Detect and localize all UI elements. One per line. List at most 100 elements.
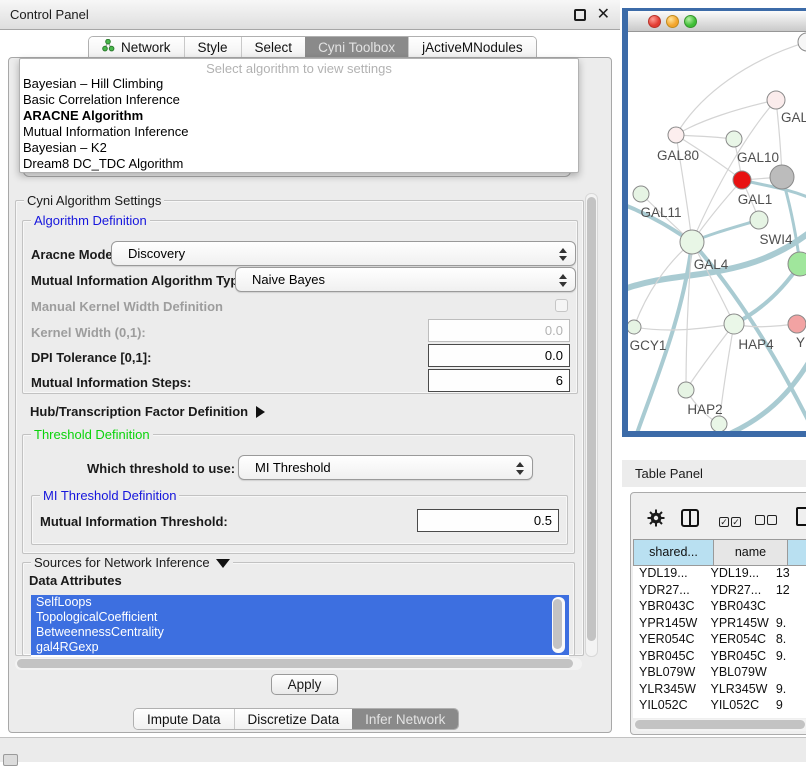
algorithm-option[interactable]: Bayesian – K2 (20, 140, 578, 156)
network-node[interactable] (788, 252, 806, 276)
table-row[interactable]: YBL079WYBL079W (633, 665, 806, 682)
tab-label: Impute Data (147, 712, 221, 727)
mi-threshold-field[interactable]: 0.5 (417, 509, 559, 532)
hub-definition-toggle[interactable]: Hub/Transcription Factor Definition (30, 404, 265, 419)
bottom-tabs: Impute Data Discretize Data Infer Networ… (133, 708, 459, 730)
stepper-icon (515, 461, 523, 476)
algorithm-options-list: Bayesian – Hill ClimbingBasic Correlatio… (20, 76, 578, 172)
network-node[interactable] (628, 320, 641, 334)
network-icon (102, 39, 115, 55)
tab-cyni-toolbox[interactable]: Cyni Toolbox (305, 37, 408, 57)
table-cell: YBL079W (633, 665, 704, 682)
table-row[interactable]: YLR345WYLR345W9. (633, 682, 806, 699)
algorithm-option[interactable]: ARACNE Algorithm (20, 108, 578, 124)
algorithm-option[interactable]: Basic Correlation Inference (20, 92, 578, 108)
table-cell: YIL052C (633, 698, 704, 715)
network-node[interactable] (767, 91, 785, 109)
network-edge (634, 324, 734, 330)
mi-type-select[interactable]: Naive Bayes (235, 267, 576, 292)
network-view-window: GALGAL80GAL10GAL1SWI4GAL11GAL4GCY1HAP4YH… (622, 8, 806, 437)
table-cell: YDR27... (633, 583, 704, 600)
control-panel-titlebar: Control Panel ✕ (0, 0, 620, 30)
network-node[interactable] (711, 416, 727, 431)
data-attribute-item[interactable]: SelfLoops (31, 595, 569, 610)
tab-label: Cyni Toolbox (318, 40, 395, 55)
network-node[interactable] (788, 315, 806, 333)
attributes-scrollbar[interactable] (552, 597, 565, 653)
zoom-traffic-light-icon[interactable] (684, 15, 697, 28)
show-columns-icon[interactable]: ✓✓ (719, 513, 741, 528)
algorithm-option[interactable]: Dream8 DC_TDC Algorithm (20, 156, 578, 172)
network-node[interactable] (770, 165, 794, 189)
table-row[interactable]: YBR043CYBR043C (633, 599, 806, 616)
table-row[interactable]: YPR145WYPR145W9. (633, 616, 806, 633)
kernel-width-field[interactable]: 0.0 (428, 319, 570, 342)
table-row[interactable]: YBR045CYBR045C9. (633, 649, 806, 666)
network-node-label: GAL10 (737, 150, 779, 165)
network-node[interactable] (724, 314, 744, 334)
algorithm-option[interactable]: Bayesian – Hill Climbing (20, 76, 578, 92)
gear-icon[interactable] (647, 509, 665, 530)
table-horizontal-scrollbar[interactable] (633, 719, 806, 731)
column-layout-icon[interactable] (681, 509, 699, 527)
network-node-label: GAL (781, 110, 806, 125)
aracne-mode-select[interactable]: Discovery (111, 241, 576, 266)
tab-impute-data[interactable]: Impute Data (134, 709, 234, 729)
hide-columns-icon[interactable] (755, 513, 777, 528)
minimize-traffic-light-icon[interactable] (666, 15, 679, 28)
table-row[interactable]: YDL19...YDL19...13 (633, 566, 806, 583)
column-header-name[interactable]: name (714, 539, 788, 566)
dpi-tolerance-field[interactable]: 0.0 (428, 344, 570, 367)
which-threshold-select[interactable]: MI Threshold (238, 455, 533, 480)
network-node[interactable] (726, 131, 742, 147)
table-cell: YLR345W (633, 682, 704, 699)
algorithm-option[interactable]: Mutual Information Inference (20, 124, 578, 140)
sources-title-label: Sources for Network Inference (34, 555, 210, 570)
table-cell: YDL19... (704, 566, 769, 583)
tab-select[interactable]: Select (241, 37, 306, 57)
data-attribute-item[interactable]: BetweennessCentrality (31, 625, 569, 640)
tab-infer-network[interactable]: Infer Network (352, 709, 458, 729)
tab-jactivemnodules[interactable]: jActiveMNodules (408, 37, 536, 57)
mi-steps-field[interactable]: 6 (428, 369, 570, 392)
table-cell: YDR27... (704, 583, 769, 600)
float-window-icon[interactable] (574, 9, 586, 21)
table-row[interactable]: YDR27...YDR27...12 (633, 583, 806, 600)
mi-type-label: Mutual Information Algorithm Type: (31, 273, 250, 288)
settings-horizontal-scrollbar[interactable] (15, 658, 582, 670)
network-node[interactable] (750, 211, 768, 229)
table-panel-titlebar: Table Panel (622, 460, 806, 487)
sources-title[interactable]: Sources for Network Inference (31, 555, 233, 570)
settings-vertical-scrollbar[interactable] (585, 193, 598, 657)
manual-kernel-checkbox[interactable] (555, 299, 568, 312)
network-node[interactable] (733, 171, 751, 189)
network-node-label: GAL11 (640, 205, 681, 220)
table-cell: 9. (770, 649, 806, 666)
export-table-icon[interactable] (796, 507, 806, 526)
network-node-label: HAP2 (687, 402, 722, 417)
tab-discretize-data[interactable]: Discretize Data (234, 709, 353, 729)
close-icon[interactable]: ✕ (597, 4, 610, 24)
network-window-titlebar[interactable] (628, 11, 806, 32)
network-node[interactable] (678, 382, 694, 398)
table-row[interactable]: YER054CYER054C8. (633, 632, 806, 649)
network-node[interactable] (798, 33, 806, 51)
network-canvas[interactable]: GALGAL80GAL10GAL1SWI4GAL11GAL4GCY1HAP4YH… (628, 32, 806, 431)
column-header-shared-name[interactable]: shared... (633, 539, 714, 566)
algorithm-definition-title: Algorithm Definition (31, 213, 150, 228)
tab-network[interactable]: Network (89, 37, 184, 57)
column-header-partial[interactable]: A (788, 539, 806, 566)
collapsed-panel-icon[interactable] (3, 754, 18, 766)
tab-style[interactable]: Style (184, 37, 241, 57)
close-traffic-light-icon[interactable] (648, 15, 661, 28)
network-node[interactable] (668, 127, 684, 143)
data-attribute-item[interactable]: gal4RGexp (31, 640, 569, 655)
sources-group: Sources for Network Inference Data Attri… (22, 562, 575, 656)
network-node[interactable] (633, 186, 649, 202)
apply-button[interactable]: Apply (271, 674, 338, 695)
data-attribute-item[interactable]: TopologicalCoefficient (31, 610, 569, 625)
table-cell (770, 665, 806, 682)
network-node[interactable] (680, 230, 704, 254)
table-row[interactable]: YIL052CYIL052C9 (633, 698, 806, 715)
which-threshold-label: Which threshold to use: (87, 461, 235, 476)
